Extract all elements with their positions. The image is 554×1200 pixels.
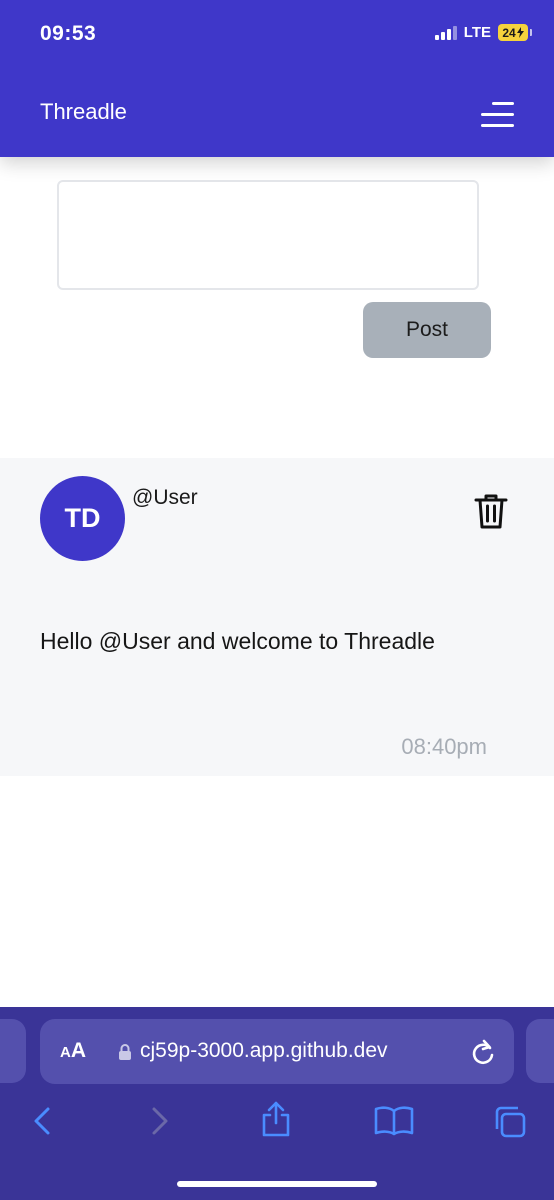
share-icon[interactable]	[256, 1099, 296, 1137]
post-username: @User	[132, 486, 198, 509]
browser-nav-row	[0, 1097, 554, 1143]
url-text[interactable]: cj59p-3000.app.github.dev	[140, 1039, 456, 1063]
battery-level: 24	[502, 25, 516, 40]
signal-icon	[434, 25, 457, 40]
status-indicators: LTE 24	[434, 24, 532, 41]
address-bar[interactable]: A A cj59p-3000.app.github.dev	[40, 1019, 514, 1084]
post-card: TD @User Hello @User and welcome to Thre…	[0, 458, 554, 776]
text-size-small-label: A	[60, 1044, 71, 1061]
post-composer-input[interactable]	[57, 180, 479, 290]
lock-icon	[118, 1043, 132, 1061]
app-screen: 09:53 LTE 24 Threadle Post TD @User Hell…	[0, 0, 554, 1200]
hamburger-menu-icon[interactable]	[481, 102, 514, 127]
home-indicator	[177, 1181, 377, 1187]
browser-toolbar: A A cj59p-3000.app.github.dev	[0, 1007, 554, 1200]
post-body: Hello @User and welcome to Threadle	[40, 628, 435, 654]
bookmarks-icon[interactable]	[373, 1105, 414, 1141]
post-button[interactable]: Post	[363, 302, 491, 358]
reload-icon[interactable]	[470, 1038, 496, 1066]
battery-icon: 24	[498, 24, 532, 41]
status-time: 09:53	[40, 22, 97, 45]
post-timestamp: 08:40pm	[401, 734, 487, 759]
next-tab-peek[interactable]	[526, 1019, 554, 1083]
app-title: Threadle	[40, 99, 127, 124]
back-icon[interactable]	[22, 1103, 62, 1139]
forward-icon[interactable]	[140, 1103, 180, 1139]
trash-icon[interactable]	[473, 492, 509, 530]
text-size-big-label: A	[70, 1039, 87, 1062]
tabs-icon[interactable]	[492, 1105, 532, 1141]
app-header: 09:53 LTE 24 Threadle	[0, 0, 554, 157]
network-label: LTE	[463, 24, 491, 41]
avatar: TD	[40, 476, 125, 561]
previous-tab-peek[interactable]	[0, 1019, 26, 1083]
text-size-button[interactable]: A A	[60, 1039, 86, 1063]
